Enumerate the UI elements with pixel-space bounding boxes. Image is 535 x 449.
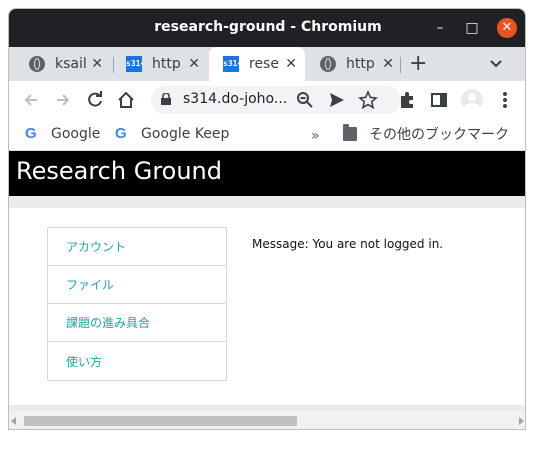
globe-icon: [29, 56, 45, 72]
other-bookmarks-label: その他のブックマーク: [369, 127, 509, 143]
bookmark-star-icon[interactable]: [358, 90, 378, 110]
globe-icon: [320, 56, 336, 72]
header-divider: [9, 196, 525, 208]
tab-label: rese: [249, 56, 279, 72]
more-menu-icon[interactable]: [495, 90, 515, 110]
tab-http-2[interactable]: http ✕: [306, 47, 402, 81]
s314-favicon-icon: s314: [126, 56, 142, 72]
bookmark-label: Google: [51, 126, 101, 142]
google-icon: G: [25, 125, 37, 142]
status-message: Message: You are not logged in.: [252, 237, 444, 251]
send-icon[interactable]: [327, 90, 347, 110]
side-panel-icon[interactable]: [429, 90, 449, 110]
title-bar: research-ground - Chromium – □ ✕: [9, 9, 525, 47]
maximize-button[interactable]: □: [462, 18, 482, 38]
menu-item-progress[interactable]: 課題の進み具合: [48, 304, 226, 342]
tab-ksail[interactable]: ksail ✕: [15, 47, 111, 81]
scrollbar-thumb[interactable]: [24, 416, 297, 426]
bookmarks-bar: G Google G Google Keep » その他のブックマーク: [9, 119, 525, 151]
tab-label: http: [152, 56, 181, 72]
site-header: Research Ground: [9, 151, 525, 196]
menu-item-account[interactable]: アカウント: [48, 228, 226, 266]
home-icon[interactable]: [116, 90, 136, 110]
s314-favicon-icon: s314: [223, 56, 239, 72]
bookmark-label: Google Keep: [141, 126, 230, 142]
tab-close-icon[interactable]: ✕: [91, 56, 103, 72]
url-text[interactable]: s314.do-joho...: [183, 91, 287, 107]
menu-item-usage[interactable]: 使い方: [48, 342, 226, 380]
new-tab-button[interactable]: +: [409, 52, 427, 76]
tab-separator: [400, 57, 401, 73]
tab-research-ground[interactable]: s314 rese ✕: [209, 47, 305, 81]
scroll-right-arrow-icon[interactable]: [519, 417, 524, 425]
forward-arrow-icon[interactable]: [53, 90, 73, 110]
google-icon: G: [115, 125, 127, 142]
back-arrow-icon[interactable]: [21, 90, 41, 110]
close-window-button[interactable]: ✕: [497, 18, 517, 38]
lock-icon[interactable]: [161, 93, 171, 105]
tab-label: ksail: [55, 56, 87, 72]
side-menu: アカウント ファイル 課題の進み具合 使い方: [47, 227, 227, 381]
site-title[interactable]: Research Ground: [16, 157, 222, 185]
tab-search-chevron-down-icon[interactable]: [489, 55, 503, 73]
bookmark-google-keep[interactable]: G Google Keep: [115, 124, 229, 144]
other-bookmarks-folder[interactable]: その他のブックマーク: [343, 124, 509, 144]
bookmarks-overflow-chevron[interactable]: »: [311, 129, 320, 143]
tab-strip: ksail ✕ s314 http ✕ s314 rese ✕ http ✕ +: [9, 47, 525, 81]
bookmark-google[interactable]: G Google: [25, 124, 100, 144]
zoom-icon[interactable]: [295, 90, 315, 110]
tab-http-1[interactable]: s314 http ✕: [112, 47, 208, 81]
profile-avatar-icon[interactable]: [461, 89, 483, 111]
tab-close-icon[interactable]: ✕: [382, 56, 394, 72]
tab-close-icon[interactable]: ✕: [188, 56, 200, 72]
reload-icon[interactable]: [85, 90, 105, 110]
horizontal-scrollbar[interactable]: [9, 411, 525, 429]
tab-label: http: [346, 56, 375, 72]
minimize-button[interactable]: –: [430, 18, 450, 38]
folder-icon: [343, 124, 357, 141]
scroll-left-arrow-icon[interactable]: [11, 417, 16, 425]
page-content: Research Ground アカウント ファイル 課題の進み具合 使い方 M…: [9, 151, 525, 411]
tab-close-icon[interactable]: ✕: [285, 56, 297, 72]
menu-item-files[interactable]: ファイル: [48, 266, 226, 304]
browser-window: research-ground - Chromium – □ ✕ ksail ✕…: [8, 8, 526, 430]
extensions-puzzle-icon[interactable]: [397, 90, 417, 110]
toolbar: s314.do-joho...: [9, 81, 525, 119]
